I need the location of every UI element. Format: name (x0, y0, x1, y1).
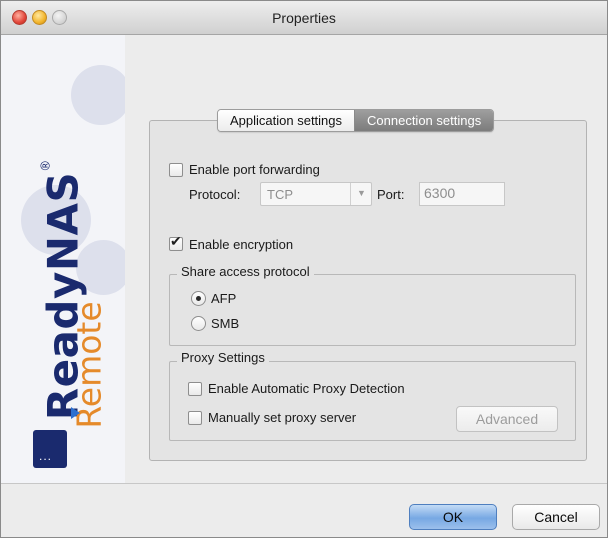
enable-encryption-checkbox[interactable] (169, 233, 183, 251)
arrow-icon (71, 407, 80, 419)
share-access-group (169, 274, 576, 346)
afp-radio[interactable] (191, 291, 206, 306)
footer-divider (1, 483, 607, 484)
auto-proxy-detection-label: Enable Automatic Proxy Detection (208, 381, 405, 396)
port-label: Port: (377, 187, 405, 202)
advanced-button[interactable]: Advanced (456, 406, 558, 432)
registered-mark: ® (38, 159, 53, 172)
share-access-title: Share access protocol (177, 264, 314, 279)
smb-radio[interactable] (191, 316, 206, 331)
tab-connection-settings[interactable]: Connection settings (354, 110, 494, 131)
title-bar[interactable]: Properties (1, 1, 607, 35)
decorative-circle (71, 65, 125, 125)
protocol-select[interactable]: TCP ▼ (260, 182, 372, 206)
port-field-wrapper (419, 182, 506, 206)
chevron-down-icon: ▼ (357, 188, 366, 198)
smb-label: SMB (211, 316, 240, 331)
ok-button[interactable]: OK (409, 504, 497, 530)
settings-tabs: Application settings Connection settings (217, 109, 495, 132)
afp-label: AFP (211, 291, 237, 306)
enable-port-forwarding-label: Enable port forwarding (189, 162, 320, 177)
tab-application-settings[interactable]: Application settings (218, 110, 355, 131)
brand-sidebar: ReadyNAS® Remote ... (1, 35, 125, 483)
auto-proxy-detection-checkbox[interactable] (188, 382, 202, 396)
enable-port-forwarding-checkbox[interactable] (169, 163, 183, 177)
window-title: Properties (272, 10, 336, 26)
manual-proxy-label: Manually set proxy server (208, 410, 357, 425)
port-input[interactable] (420, 183, 506, 203)
cancel-button[interactable]: Cancel (512, 504, 600, 530)
protocol-dropdown-button[interactable]: ▼ (350, 183, 371, 205)
protocol-label: Protocol: (189, 187, 241, 202)
nas-device-icon: ... (33, 430, 67, 468)
properties-window: Properties ReadyNAS® Remote ... Applicat… (0, 0, 608, 538)
manual-proxy-checkbox[interactable] (188, 411, 202, 425)
device-dots: ... (39, 449, 53, 463)
enable-encryption-label: Enable encryption (189, 237, 294, 252)
proxy-settings-title: Proxy Settings (177, 350, 269, 365)
protocol-value: TCP (267, 187, 293, 202)
